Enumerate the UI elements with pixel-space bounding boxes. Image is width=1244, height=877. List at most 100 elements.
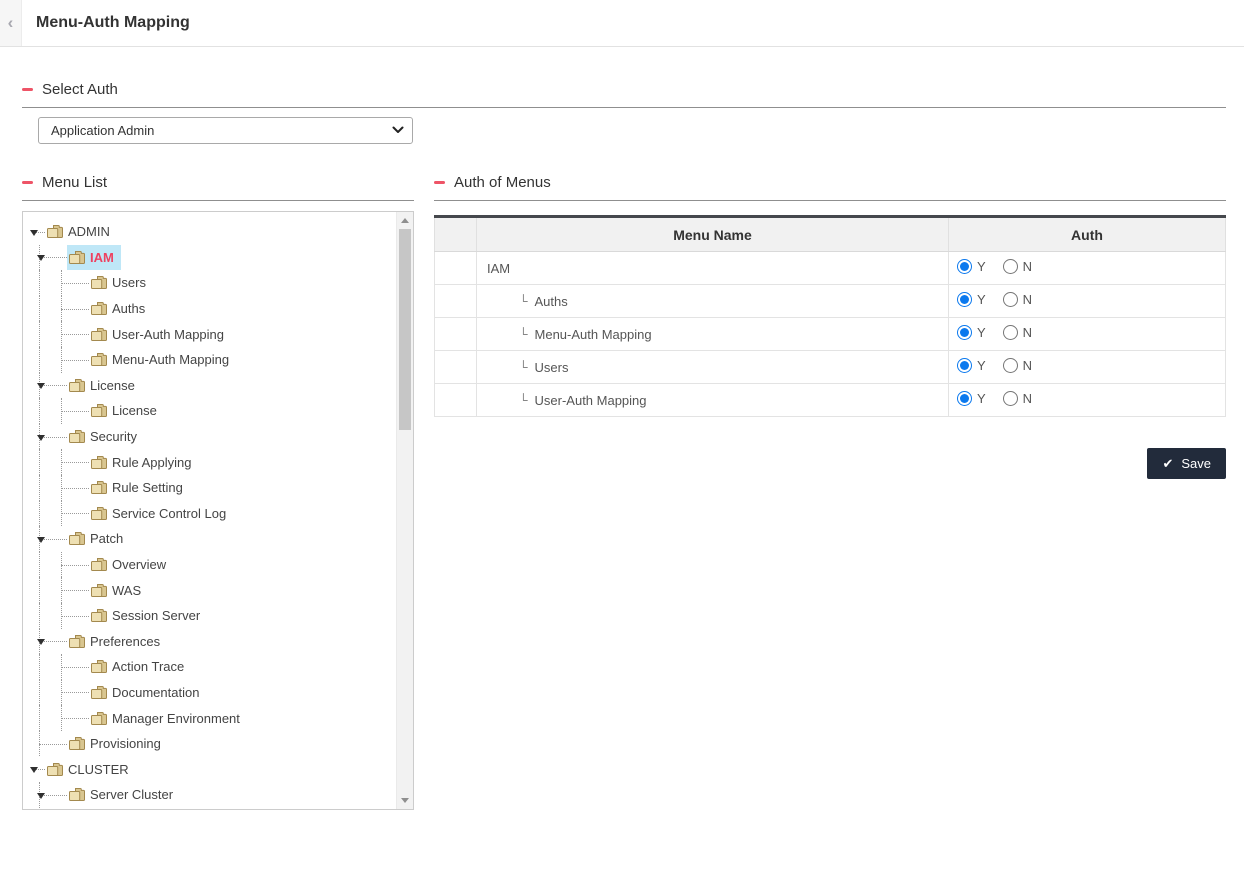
folder-icon (47, 225, 63, 238)
auth-yes-radio[interactable] (957, 259, 972, 274)
tree-node-security[interactable]: Security (29, 424, 413, 450)
tree-node-session-server[interactable]: Session Server (29, 603, 413, 629)
expand-arrow-icon[interactable] (37, 383, 45, 389)
menu-name-cell: └Auths (477, 285, 949, 318)
auth-select[interactable]: Application Admin (38, 117, 413, 144)
row-select-cell (435, 252, 477, 285)
tree-node-preferences[interactable]: Preferences (29, 629, 413, 655)
expand-arrow-icon[interactable] (37, 639, 45, 645)
section-dash-icon (434, 181, 445, 184)
tree-node-user-auth-mapping[interactable]: User-Auth Mapping (29, 321, 413, 347)
expand-arrow-icon[interactable] (37, 537, 45, 543)
save-row: ✔ Save (434, 448, 1226, 479)
row-select-cell (435, 285, 477, 318)
menu-name: └Auths (487, 294, 568, 309)
page-header: ‹ Menu-Auth Mapping (0, 0, 1244, 47)
auth-cell: YN (949, 252, 1226, 285)
folder-icon (69, 430, 85, 443)
folder-icon (91, 584, 107, 597)
expand-arrow-icon[interactable] (30, 230, 38, 236)
tree-node-label: ADMIN (68, 224, 110, 239)
menu-name-column-header: Menu Name (477, 217, 949, 252)
folder-icon (91, 660, 107, 673)
tree-scrollbar[interactable] (396, 212, 413, 809)
auth-no-option[interactable]: N (1003, 259, 1032, 274)
tree-node-label: Provisioning (90, 736, 161, 751)
tree-node-rule-applying[interactable]: Rule Applying (29, 449, 413, 475)
folder-icon (91, 686, 107, 699)
tree-node-users[interactable]: Users (29, 270, 413, 296)
menu-name-cell: └Users (477, 351, 949, 384)
tree-node-auths[interactable]: Auths (29, 296, 413, 322)
menu-list-title: Menu List (42, 174, 107, 191)
auth-yes-option[interactable]: Y (957, 259, 986, 274)
check-icon: ✔ (1162, 457, 1173, 470)
auth-yes-option[interactable]: Y (957, 292, 986, 307)
tree-node-patch[interactable]: Patch (29, 526, 413, 552)
tree-node-label: Preferences (90, 634, 160, 649)
tree-node-provisioning[interactable]: Provisioning (29, 731, 413, 757)
auth-no-radio[interactable] (1003, 358, 1018, 373)
folder-icon (91, 609, 107, 622)
auth-no-label: N (1023, 292, 1032, 307)
tree-node-was[interactable]: WAS (29, 577, 413, 603)
auth-no-option[interactable]: N (1003, 391, 1032, 406)
scrollbar-up-icon[interactable] (401, 218, 409, 223)
folder-icon (91, 276, 107, 289)
auth-yes-label: Y (977, 292, 986, 307)
auth-no-option[interactable]: N (1003, 292, 1032, 307)
expand-arrow-icon[interactable] (37, 435, 45, 441)
row-select-cell (435, 351, 477, 384)
tree-node-rule-setting[interactable]: Rule Setting (29, 475, 413, 501)
tree-node-iam[interactable]: IAM (29, 245, 413, 271)
auth-yes-radio[interactable] (957, 292, 972, 307)
auth-of-menus-panel: Auth of Menus Menu Name Auth IAMYN└Auths… (434, 173, 1226, 479)
row-select-cell (435, 384, 477, 417)
expand-arrow-icon[interactable] (37, 793, 45, 799)
expand-arrow-icon[interactable] (37, 255, 45, 261)
scrollbar-down-icon[interactable] (401, 798, 409, 803)
auth-no-radio[interactable] (1003, 292, 1018, 307)
menu-name-cell: IAM (477, 252, 949, 285)
tree-node-overview[interactable]: Overview (29, 552, 413, 578)
tree-node-label: Action Trace (112, 659, 184, 674)
auth-no-option[interactable]: N (1003, 358, 1032, 373)
auth-yes-radio[interactable] (957, 391, 972, 406)
tree-node-action-trace[interactable]: Action Trace (29, 654, 413, 680)
auth-yes-option[interactable]: Y (957, 391, 986, 406)
tree-node-manager-environment[interactable]: Manager Environment (29, 705, 413, 731)
menu-tree-box: ADMIN IAMUsersAuthsUser-Auth MappingMenu-… (22, 211, 414, 810)
tree-node-label: Service Control Log (112, 506, 226, 521)
folder-icon (69, 737, 85, 750)
scrollbar-thumb[interactable] (399, 229, 411, 430)
tree-node-label: License (112, 403, 157, 418)
auth-no-radio[interactable] (1003, 325, 1018, 340)
auth-no-option[interactable]: N (1003, 325, 1032, 340)
tree-node-license[interactable]: License (29, 373, 413, 399)
back-button[interactable]: ‹ (0, 0, 22, 46)
tree-node-license[interactable]: License (29, 398, 413, 424)
auth-row-auths: └Auths Y N (435, 285, 1226, 318)
folder-icon (91, 404, 107, 417)
auth-yes-option[interactable]: Y (957, 325, 986, 340)
menu-name: └Users (487, 360, 568, 375)
tree-node-service-control-log[interactable]: Service Control Log (29, 501, 413, 527)
expand-arrow-icon[interactable] (30, 767, 38, 773)
auth-yes-radio[interactable] (957, 358, 972, 373)
save-button[interactable]: ✔ Save (1147, 448, 1226, 479)
tree-node-server-cluster[interactable]: Server Cluster (29, 782, 413, 808)
auth-no-radio[interactable] (1003, 259, 1018, 274)
save-button-label: Save (1181, 456, 1211, 471)
auth-yes-radio[interactable] (957, 325, 972, 340)
auth-yes-option[interactable]: Y (957, 358, 986, 373)
auth-yes-label: Y (977, 325, 986, 340)
auth-no-radio[interactable] (1003, 391, 1018, 406)
menu-tree: ADMIN IAMUsersAuthsUser-Auth MappingMenu-… (29, 219, 413, 808)
auth-row-user-auth-mapping: └User-Auth MappingYN (435, 384, 1226, 417)
tree-node-menu-auth-mapping[interactable]: Menu-Auth Mapping (29, 347, 413, 373)
tree-node-cluster[interactable]: CLUSTER (29, 756, 413, 782)
tree-node-admin[interactable]: ADMIN (29, 219, 413, 245)
tree-node-documentation[interactable]: Documentation (29, 680, 413, 706)
auth-row-users: └Users Y N (435, 351, 1226, 384)
auth-no-label: N (1023, 358, 1032, 373)
